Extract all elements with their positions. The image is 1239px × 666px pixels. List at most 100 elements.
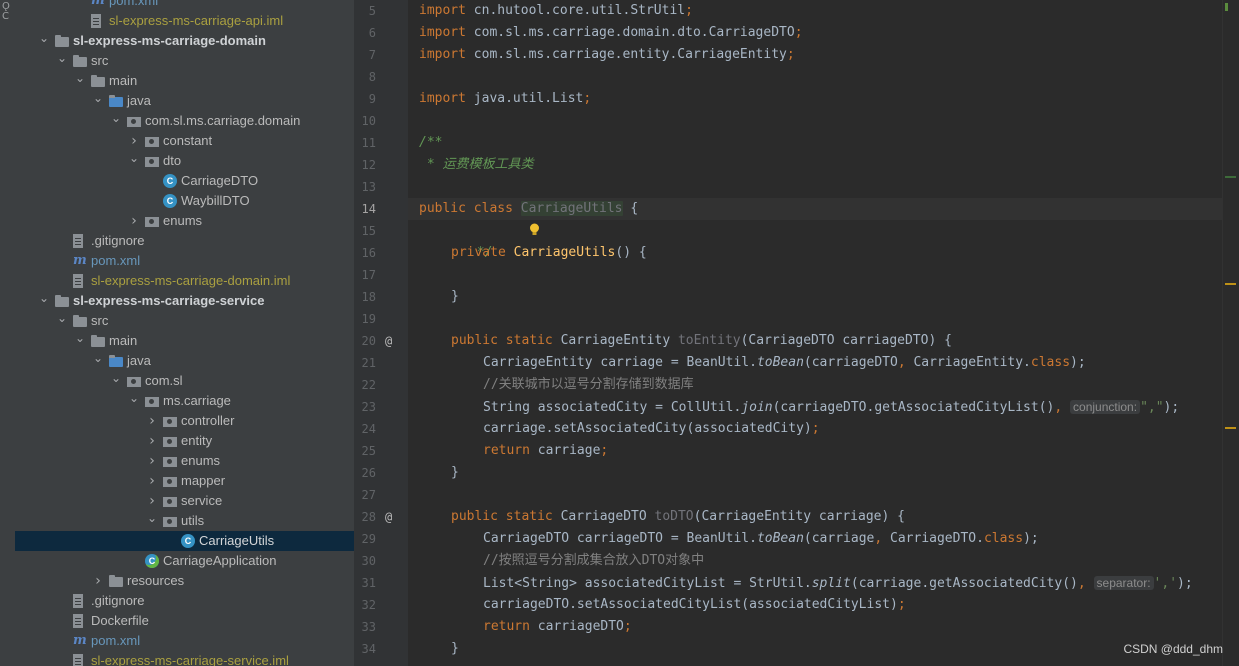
tree-item[interactable]: .gitignore — [15, 231, 354, 251]
chevron-right-icon[interactable]: › — [129, 131, 139, 151]
tree-item[interactable]: ⌄ utils — [15, 511, 354, 531]
gutter-line[interactable]: 18 — [354, 286, 416, 308]
gutter-line[interactable]: 29 — [354, 528, 408, 550]
tree-item[interactable]: ⌄ com.sl.ms.carriage.domain — [15, 111, 354, 131]
inspection-ok-marker[interactable] — [1225, 3, 1228, 11]
tree-item[interactable]: m pom.xml — [15, 0, 354, 11]
chevron-down-icon[interactable]: ⌄ — [129, 391, 139, 411]
chevron-down-icon[interactable]: ⌄ — [39, 291, 49, 311]
chevron-right-icon[interactable]: › — [147, 491, 157, 511]
tree-item[interactable]: ⌄ main — [15, 331, 354, 351]
chevron-down-icon[interactable]: ⌄ — [75, 71, 85, 91]
tree-item[interactable]: › entity — [15, 431, 354, 451]
gutter-line[interactable]: 24 — [354, 418, 408, 440]
error-stripe[interactable] — [1222, 0, 1239, 666]
line-number: 31 — [361, 576, 376, 590]
package-icon — [145, 137, 159, 147]
warning-marker[interactable] — [1225, 427, 1236, 429]
gutter-line[interactable]: 22 — [354, 374, 408, 396]
gutter-line[interactable]: 27 — [354, 484, 408, 506]
tree-item-class[interactable]: C CarriageUtils — [15, 531, 354, 551]
tree-item[interactable]: Dockerfile — [15, 611, 354, 631]
chevron-down-icon[interactable]: ⌄ — [129, 151, 139, 171]
tree-item-class[interactable]: C WaybillDTO — [15, 191, 354, 211]
tree-item-label: pom.xml — [109, 0, 159, 8]
implements-marker-icon[interactable]: @ — [385, 330, 392, 352]
tree-item[interactable]: › service — [15, 491, 354, 511]
gutter-line[interactable]: 5 — [354, 0, 408, 22]
tree-item[interactable]: › enums — [15, 451, 354, 471]
tree-item[interactable]: ⌄ dto — [15, 151, 354, 171]
tree-item[interactable]: ⌄ src — [15, 51, 354, 71]
gutter-line[interactable]: 14 — [354, 198, 408, 220]
chevron-right-icon[interactable]: › — [147, 451, 157, 471]
gutter-line[interactable]: 20 @ — [354, 330, 416, 352]
tree-item[interactable]: › mapper — [15, 471, 354, 491]
tree-item[interactable]: ⌄ java — [15, 351, 354, 371]
folder-icon — [73, 315, 87, 327]
chevron-right-icon[interactable]: › — [129, 211, 139, 231]
gutter-line[interactable]: 7 — [354, 44, 408, 66]
structure-icon[interactable]: Ǫ C — [2, 2, 15, 22]
gutter-line[interactable]: 30 — [354, 550, 408, 572]
tree-item[interactable]: › enums — [15, 211, 354, 231]
chevron-down-icon[interactable]: ⌄ — [147, 511, 157, 531]
gutter-line[interactable]: 32 — [354, 594, 408, 616]
tree-item[interactable]: sl-express-ms-carriage-domain.iml — [15, 271, 354, 291]
chevron-right-icon[interactable]: › — [147, 431, 157, 451]
tree-item[interactable]: ⌄ ms.carriage — [15, 391, 354, 411]
class-icon: C — [163, 174, 177, 188]
chevron-right-icon[interactable]: › — [147, 471, 157, 491]
gutter-line[interactable]: 6 — [354, 22, 408, 44]
tree-item[interactable]: m pom.xml — [15, 631, 354, 651]
chevron-down-icon[interactable]: ⌄ — [75, 331, 85, 351]
code-editor[interactable]: import cn.hutool.core.util.StrUtil; impo… — [408, 0, 1222, 666]
gutter-line[interactable]: 13 — [354, 176, 416, 198]
gutter-line[interactable]: 23 — [354, 396, 408, 418]
warning-marker[interactable] — [1225, 283, 1236, 285]
chevron-down-icon[interactable]: ⌄ — [93, 91, 103, 111]
implements-marker-icon[interactable]: @ — [385, 506, 392, 528]
gutter-line[interactable]: 17 — [354, 264, 408, 286]
tree-item[interactable]: .gitignore — [15, 591, 354, 611]
gutter-line[interactable]: 31 — [354, 572, 408, 594]
tree-item[interactable]: sl-express-ms-carriage-service.iml — [15, 651, 354, 666]
gutter-line[interactable]: 25 — [354, 440, 408, 462]
change-marker[interactable] — [1225, 176, 1236, 178]
chevron-right-icon[interactable]: › — [93, 571, 103, 591]
tree-item[interactable]: sl-express-ms-carriage-api.iml — [15, 11, 354, 31]
gutter-line[interactable]: 21 — [354, 352, 408, 374]
gutter-line[interactable]: 19 — [354, 308, 408, 330]
tree-item[interactable]: ⌄ com.sl — [15, 371, 354, 391]
gutter-line[interactable]: 8 — [354, 66, 408, 88]
gutter-line[interactable]: 11 — [354, 132, 416, 154]
tree-item[interactable]: m pom.xml — [15, 251, 354, 271]
gutter-line[interactable]: 15 — [354, 220, 408, 242]
gutter-line[interactable]: 34 — [354, 638, 416, 660]
chevron-down-icon[interactable]: ⌄ — [111, 111, 121, 131]
gutter-line[interactable]: 10 — [354, 110, 408, 132]
tree-item-class[interactable]: C CarriageApplication — [15, 551, 354, 571]
gutter-line[interactable]: 26 — [354, 462, 416, 484]
chevron-down-icon[interactable]: ⌄ — [93, 351, 103, 371]
tree-item[interactable]: ⌄ sl-express-ms-carriage-domain — [15, 31, 354, 51]
tree-item[interactable]: ⌄ java — [15, 91, 354, 111]
chevron-right-icon[interactable]: › — [147, 411, 157, 431]
chevron-down-icon[interactable]: ⌄ — [57, 311, 67, 331]
chevron-down-icon[interactable]: ⌄ — [39, 31, 49, 51]
tree-item[interactable]: › controller — [15, 411, 354, 431]
tree-item-class[interactable]: C CarriageDTO — [15, 171, 354, 191]
project-tree[interactable]: m pom.xml sl-express-ms-carriage-api.iml ⌄ s… — [15, 0, 354, 666]
gutter-line[interactable]: 9 — [354, 88, 416, 110]
tree-item[interactable]: ⌄ sl-express-ms-carriage-service — [15, 291, 354, 311]
gutter-line[interactable]: 33 — [354, 616, 408, 638]
tree-item[interactable]: ⌄ main — [15, 71, 354, 91]
tree-item[interactable]: › constant — [15, 131, 354, 151]
chevron-down-icon[interactable]: ⌄ — [57, 51, 67, 71]
tree-item[interactable]: › resources — [15, 571, 354, 591]
chevron-down-icon[interactable]: ⌄ — [111, 371, 121, 391]
gutter-line[interactable]: 12 — [354, 154, 408, 176]
gutter-line[interactable]: 28 @ — [354, 506, 416, 528]
tree-item[interactable]: ⌄ src — [15, 311, 354, 331]
gutter-line[interactable]: 16 — [354, 242, 416, 264]
